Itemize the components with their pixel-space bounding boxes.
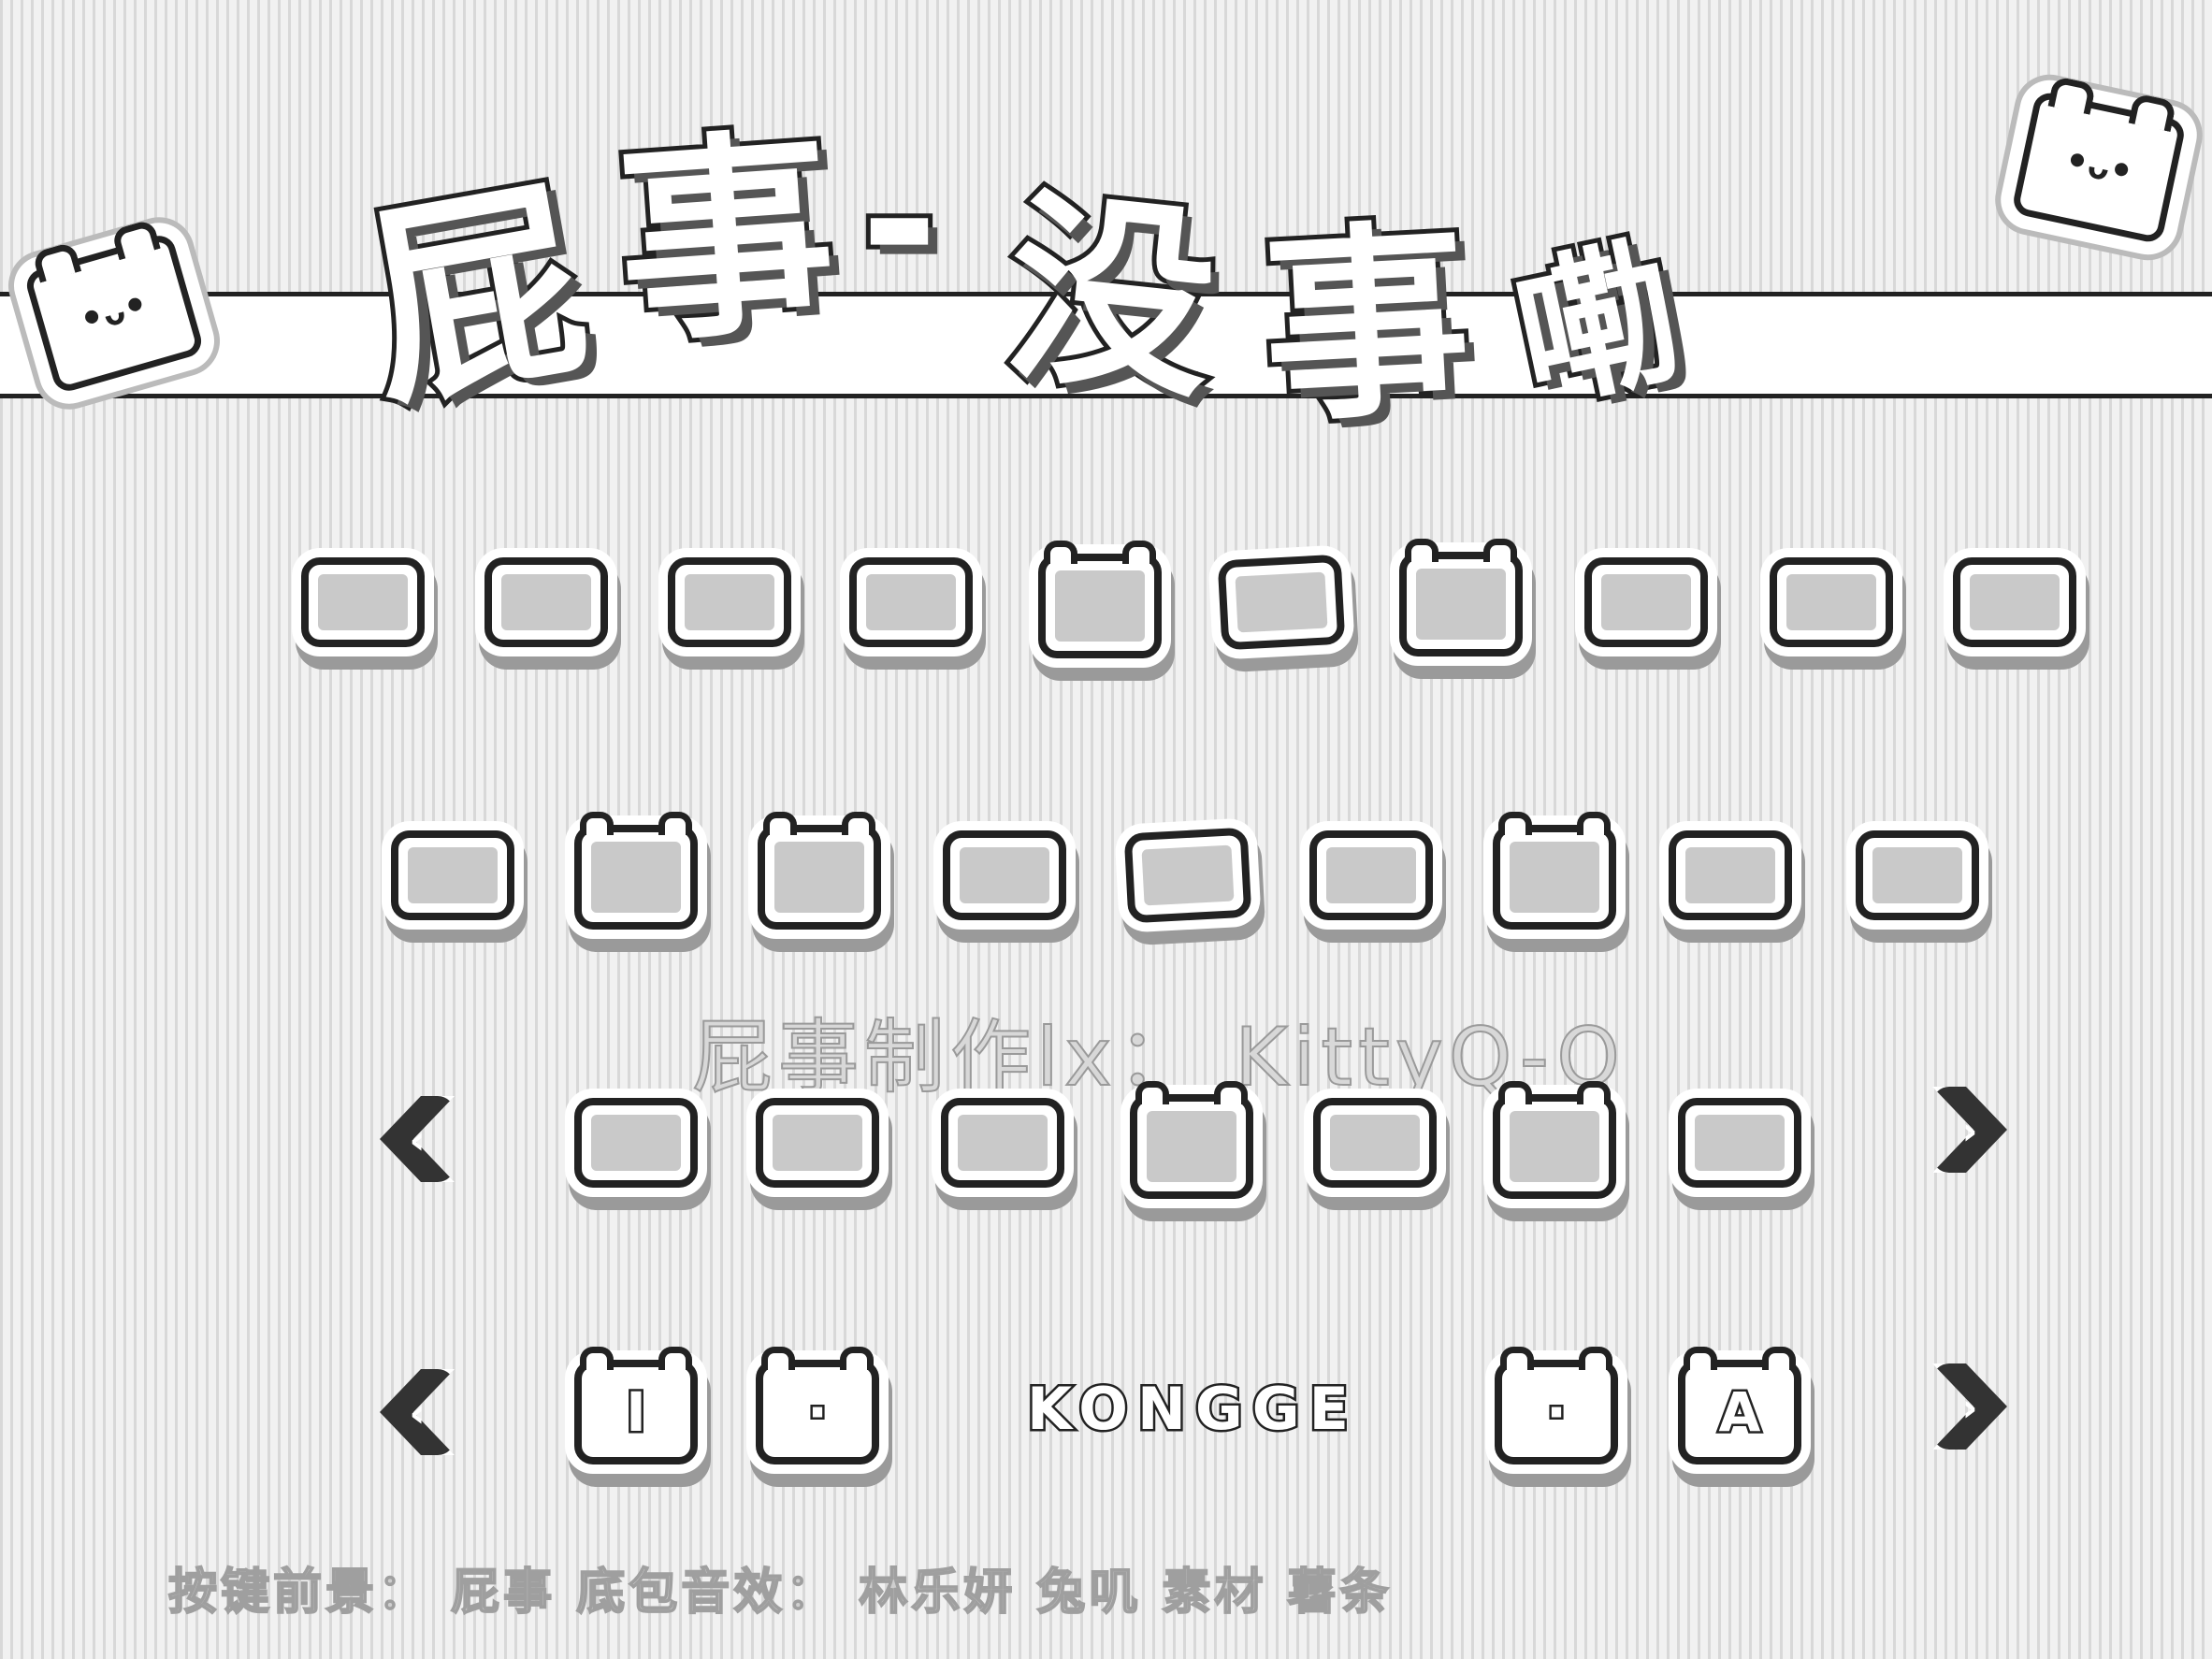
chevron-left-icon[interactable]: ‹: [374, 1090, 460, 1188]
key[interactable]: [1313, 1098, 1437, 1188]
chevron-right-icon[interactable]: ›: [1927, 1081, 2013, 1178]
chevron-left-icon[interactable]: ‹: [374, 1363, 460, 1461]
key[interactable]: [1399, 539, 1523, 656]
title-char: -: [856, 108, 943, 335]
key[interactable]: [849, 557, 973, 647]
key[interactable]: [1309, 830, 1433, 920]
key-dot[interactable]: ·: [1495, 1347, 1618, 1464]
key[interactable]: [301, 557, 425, 647]
key[interactable]: [1493, 812, 1616, 930]
key-label: ·: [804, 1378, 830, 1447]
space-key[interactable]: KONGGE: [973, 1367, 1412, 1451]
title-char: 事: [605, 104, 846, 377]
key[interactable]: [1130, 1081, 1253, 1199]
key[interactable]: [1856, 830, 1979, 920]
key[interactable]: [574, 1098, 698, 1188]
key[interactable]: [484, 557, 608, 647]
title-char: 事: [1252, 195, 1480, 454]
key-a[interactable]: A: [1678, 1347, 1801, 1464]
key-label: I: [624, 1378, 649, 1447]
bear-face-icon: •ᴗ•: [2010, 90, 2188, 245]
key-dot[interactable]: ·: [756, 1347, 879, 1464]
key[interactable]: [1217, 554, 1346, 651]
keyboard-title: 屁 事 - 没 事 嘞: [343, 56, 1833, 454]
key[interactable]: [1770, 557, 1893, 647]
key-label: ·: [1543, 1378, 1569, 1447]
credit-text: 屁事制作lx： KittyQ-O: [691, 1010, 1626, 1105]
key[interactable]: [941, 1098, 1064, 1188]
keyboard-skin: •ᴗ• •ᴗ• 屁 事 - 没 事 嘞 屁事制作lx： KittyQ-O ‹ ›…: [0, 0, 2212, 1659]
key[interactable]: [391, 830, 514, 920]
key[interactable]: [758, 812, 881, 930]
key[interactable]: [1123, 827, 1252, 924]
key[interactable]: [1669, 830, 1792, 920]
title-char: 没: [991, 163, 1231, 432]
key[interactable]: [574, 812, 698, 930]
key[interactable]: [1584, 557, 1708, 647]
key-i[interactable]: I: [574, 1347, 698, 1464]
key-label: A: [1716, 1378, 1763, 1447]
key[interactable]: [1038, 541, 1162, 658]
key[interactable]: [1953, 557, 2076, 647]
key[interactable]: [1493, 1081, 1616, 1199]
key[interactable]: [943, 830, 1066, 920]
key[interactable]: [756, 1098, 879, 1188]
key[interactable]: [668, 557, 791, 647]
key[interactable]: [1678, 1098, 1801, 1188]
chevron-right-icon[interactable]: ›: [1927, 1358, 2013, 1455]
footer-credits: 按键前景： 屁事 底包音效： 林乐妍 兔叽 素材 薯条: [167, 1564, 1393, 1622]
